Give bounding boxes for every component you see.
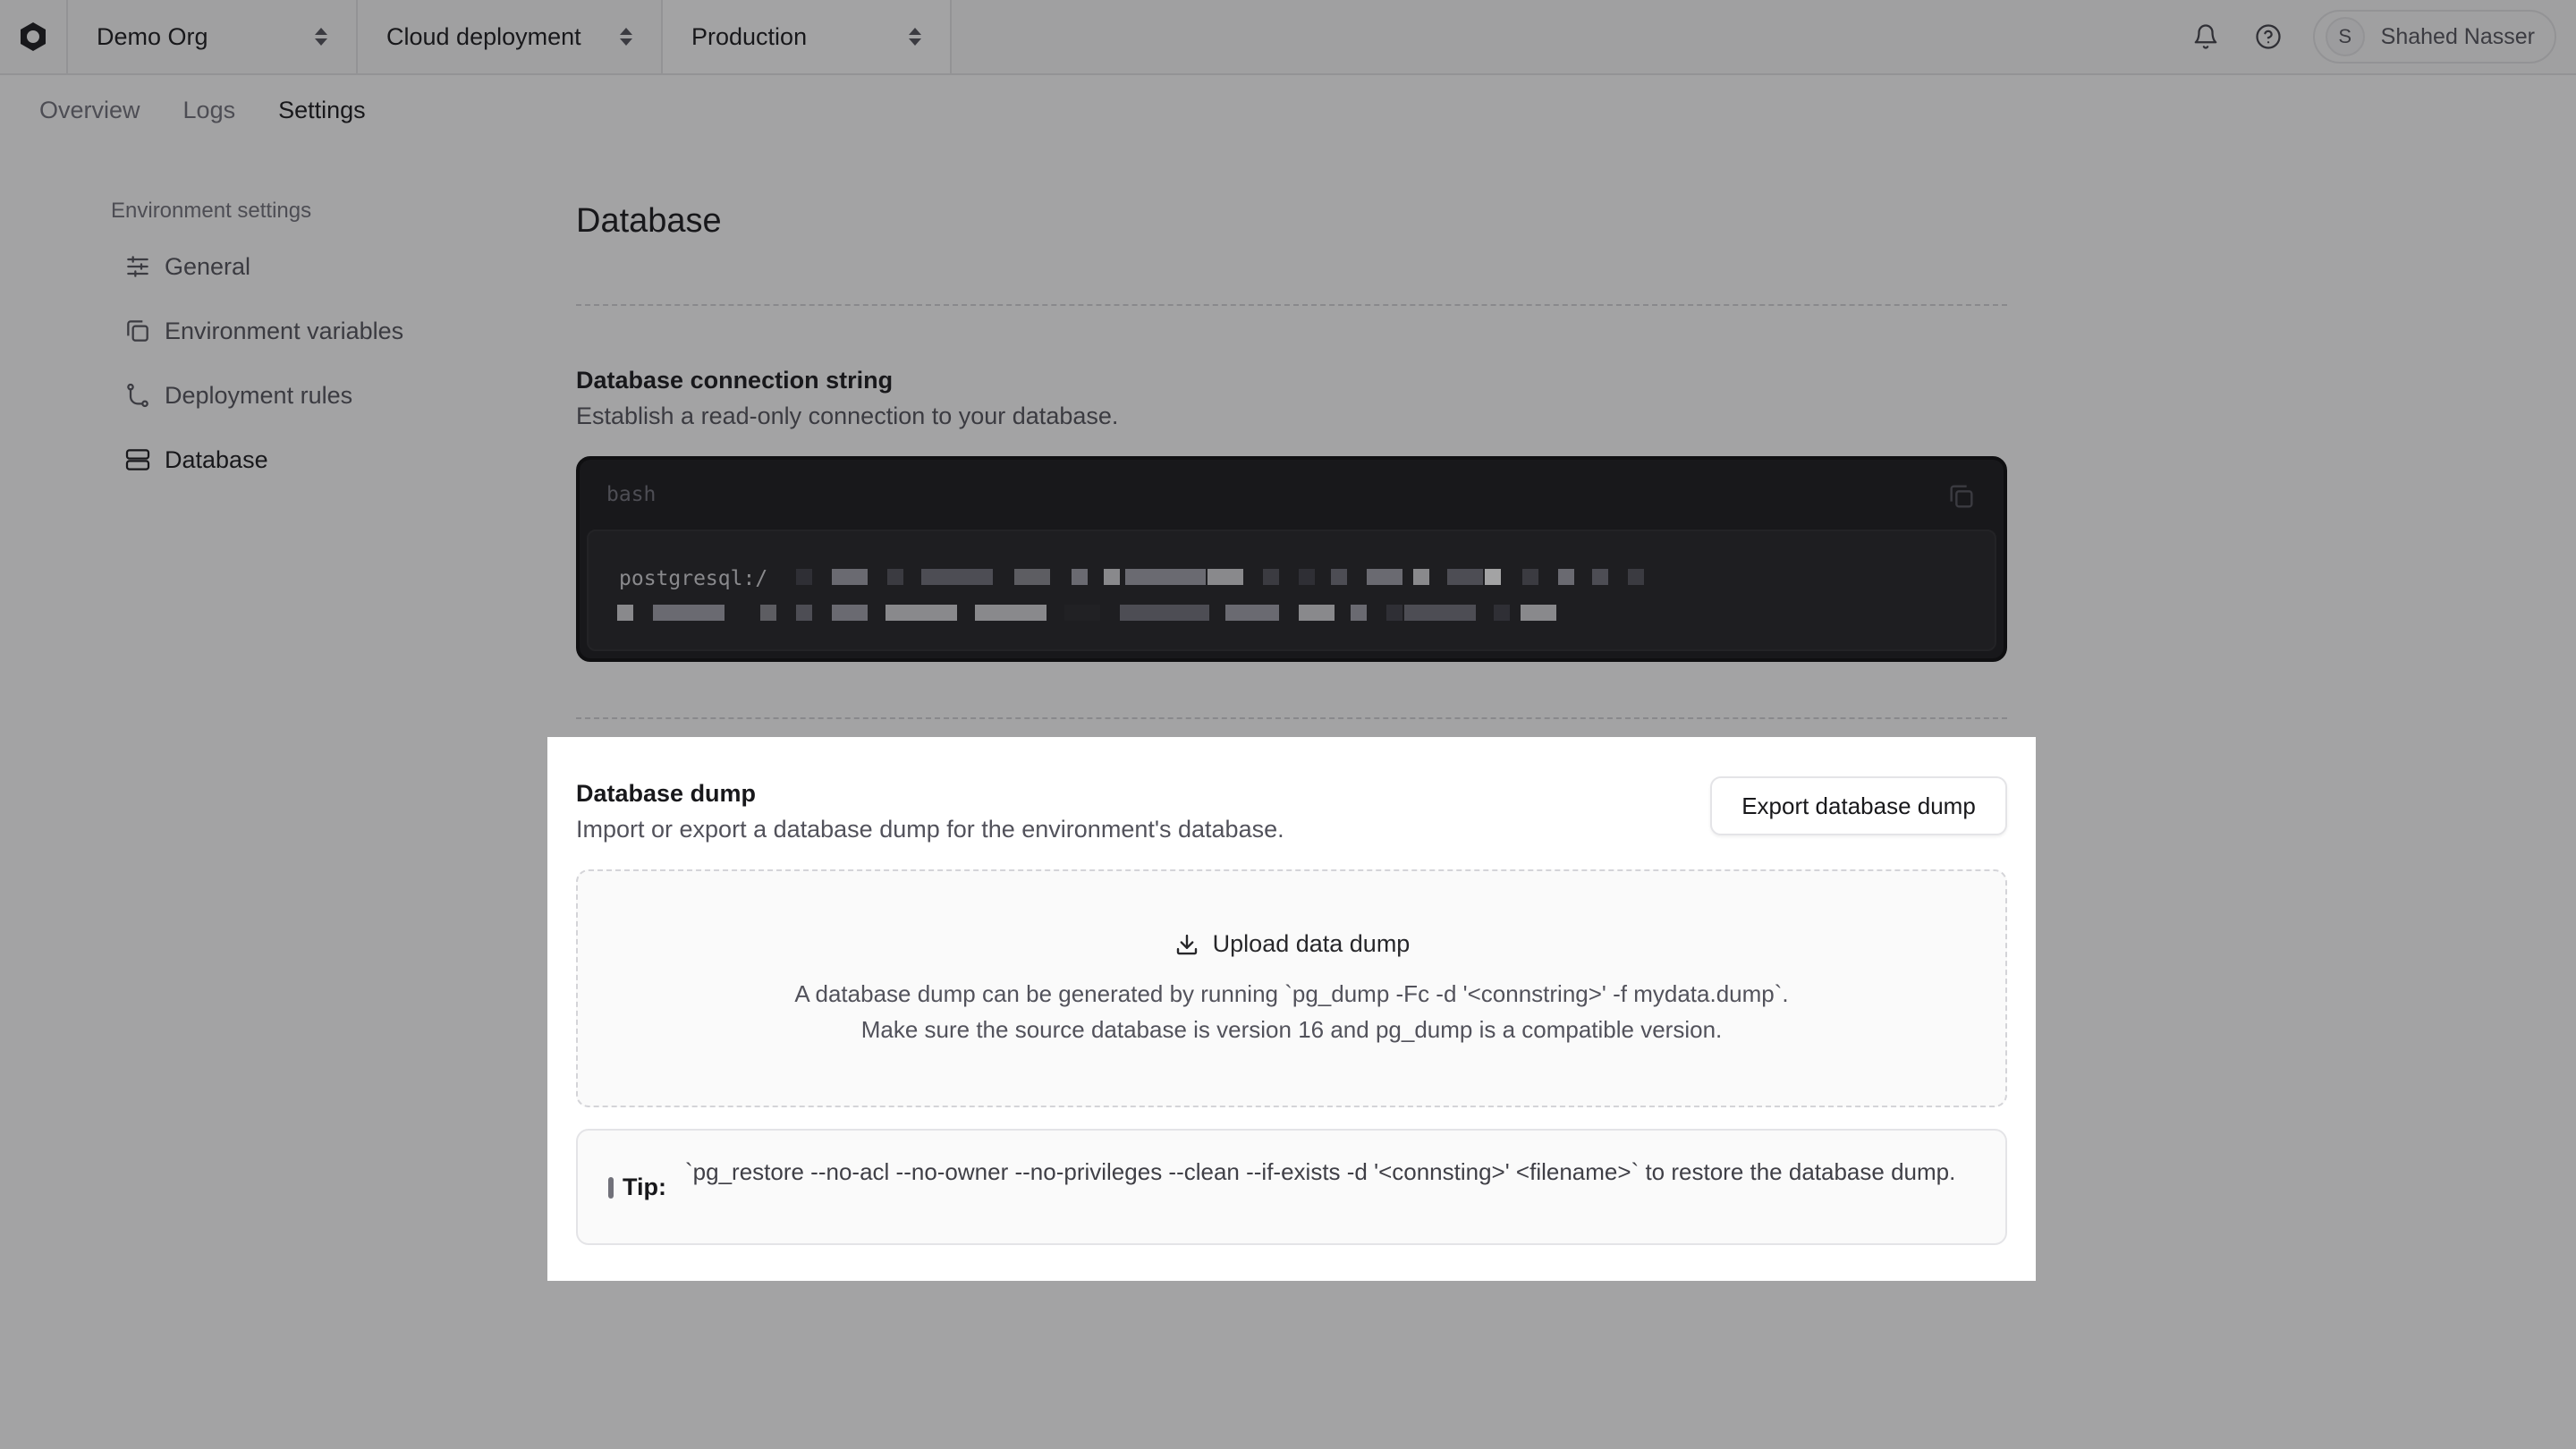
avatar: S: [2325, 17, 2365, 56]
upload-label-text: Upload data dump: [1212, 930, 1411, 957]
dim-overlay: [0, 737, 547, 1281]
sidebar-item-general[interactable]: General: [123, 252, 250, 281]
org-switcher[interactable]: Demo Org: [68, 0, 358, 73]
environment-switcher[interactable]: Production: [663, 0, 952, 73]
redacted-text-line-1: [796, 569, 1690, 585]
tab-overview[interactable]: Overview: [39, 97, 140, 124]
notifications-button[interactable]: [2188, 19, 2224, 55]
upload-hint: A database dump can be generated by runn…: [794, 980, 1789, 1007]
sidebar-item-label: Environment variables: [165, 317, 404, 344]
sidebar-item-label: Deployment rules: [165, 381, 353, 409]
user-name: Shahed Nasser: [2380, 23, 2535, 49]
database-icon: [125, 449, 150, 470]
dim-overlay: [0, 1281, 2576, 1449]
tip-marker: [608, 1177, 614, 1199]
download-icon: [1176, 934, 1197, 954]
dim-overlay: [2036, 737, 2576, 1281]
export-database-dump-button[interactable]: Export database dump: [1710, 776, 2007, 835]
tab-logs[interactable]: Logs: [183, 97, 236, 124]
top-bar: Demo Org Cloud deployment Production S S…: [0, 0, 2576, 75]
sliders-icon: [127, 256, 148, 277]
org-name: Demo Org: [97, 22, 208, 50]
code-content[interactable]: postgresql:/: [587, 530, 1996, 651]
redacted-text-line-2: [617, 605, 1601, 621]
copy-icon[interactable]: [1946, 481, 1977, 512]
database-dump-title: Database dump: [576, 780, 757, 807]
sidebar-item-environment-variables[interactable]: Environment variables: [123, 317, 403, 345]
chevron-up-down-icon: [909, 28, 921, 46]
sidebar-item-deployment-rules[interactable]: Deployment rules: [123, 381, 352, 410]
sidebar-title: Environment settings: [111, 199, 312, 223]
sidebar-item-database[interactable]: Database: [123, 445, 268, 474]
chevron-up-down-icon: [620, 28, 632, 46]
upload-hint: Make sure the source database is version…: [860, 1016, 1723, 1043]
upload-label: Upload data dump: [578, 930, 2005, 958]
tip-label: Tip:: [623, 1174, 666, 1200]
tip-text: `pg_restore --no-acl --no-owner --no-pri…: [685, 1158, 1956, 1185]
restore-tip: Tip: `pg_restore --no-acl --no-owner --n…: [576, 1129, 2007, 1245]
section-divider: [576, 304, 2007, 306]
page-title: Database: [576, 202, 722, 240]
project-name: Cloud deployment: [386, 22, 581, 50]
code-language-label: bash: [606, 483, 657, 506]
help-circle-icon: [2256, 24, 2281, 49]
connection-code-block: bash postgresql:/: [576, 456, 2007, 662]
user-menu[interactable]: S Shahed Nasser: [2312, 10, 2556, 64]
sidebar-item-label: General: [165, 252, 251, 280]
environment-name: Production: [691, 22, 808, 50]
tab-settings[interactable]: Settings: [278, 97, 366, 124]
chevron-up-down-icon: [315, 28, 327, 46]
bell-icon: [2194, 24, 2217, 49]
logo-icon: [21, 22, 46, 51]
database-dump-description: Import or export a database dump for the…: [576, 816, 1284, 843]
connection-string-title: Database connection string: [576, 367, 894, 394]
connection-string-value: postgresql:/: [619, 567, 768, 590]
project-switcher[interactable]: Cloud deployment: [358, 0, 663, 73]
git-branch-icon: [127, 383, 148, 408]
logo[interactable]: [0, 0, 68, 73]
page-tabs: Overview Logs Settings: [39, 97, 366, 124]
section-divider: [576, 717, 2007, 719]
help-button[interactable]: [2250, 19, 2286, 55]
copy-icon: [127, 320, 148, 342]
connection-string-description: Establish a read-only connection to your…: [576, 402, 1119, 429]
top-right-actions: S Shahed Nasser: [2188, 0, 2576, 73]
upload-dropzone[interactable]: Upload data dump A database dump can be …: [576, 869, 2007, 1107]
sidebar-item-label: Database: [165, 445, 268, 473]
